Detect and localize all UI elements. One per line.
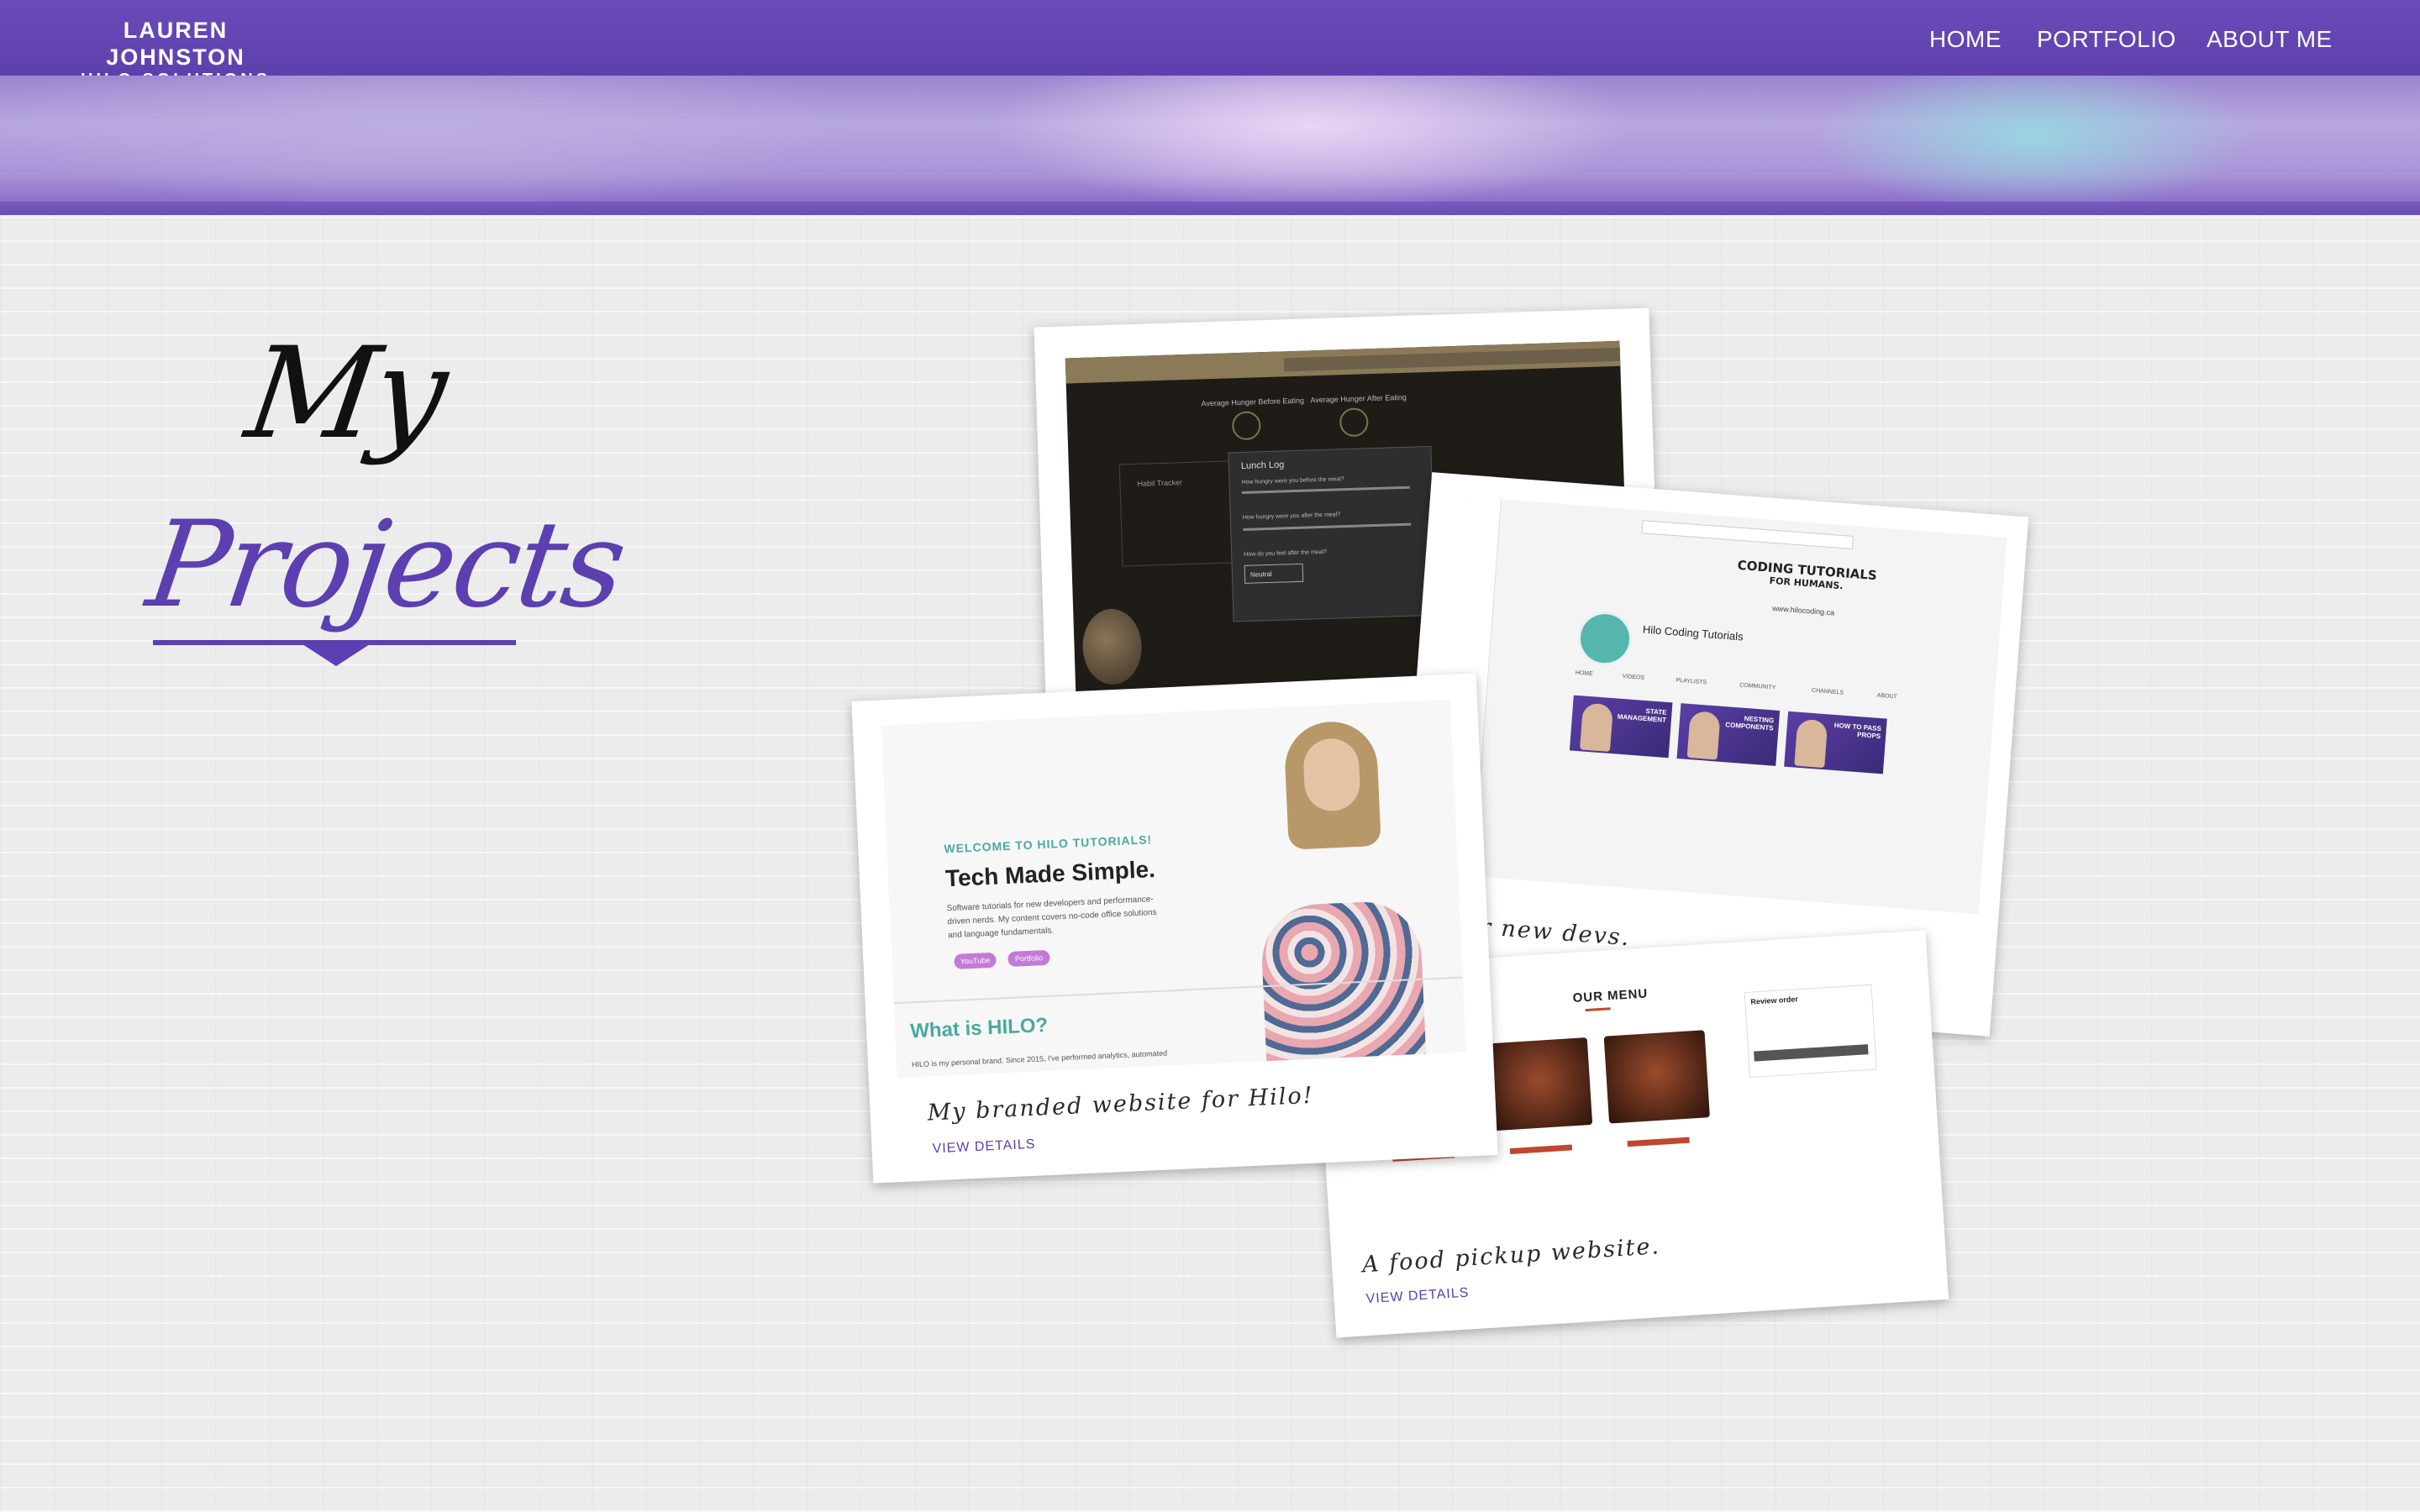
hilo-screenshot: WELCOME TO HILO TUTORIALS! Tech Made Sim…	[881, 699, 1467, 1079]
hilo-youtube-pill[interactable]: YouTube	[954, 952, 997, 969]
hilo-portrait-face	[1302, 737, 1361, 812]
video-thumb-1-title: STATE MANAGEMENT	[1617, 707, 1667, 724]
menu-title-accent	[1585, 1007, 1611, 1012]
nav-about-link[interactable]: ABOUT ME	[2207, 26, 2333, 53]
hilo-paragraph: Software tutorials for new developers an…	[946, 895, 1157, 941]
tab-videos[interactable]: VIDEOS	[1622, 674, 1644, 681]
stat-before-dial	[1231, 411, 1261, 441]
food-item-3-photo[interactable]	[1603, 1030, 1710, 1124]
video-thumb-2[interactable]: NESTING COMPONENTS	[1676, 703, 1781, 766]
heading-underline-arrow	[302, 644, 370, 666]
tab-about[interactable]: ABOUT	[1877, 693, 1898, 701]
food-view-details-link[interactable]: VIEW DETAILS	[1365, 1285, 1470, 1307]
review-order-title: Review order	[1750, 995, 1799, 1006]
youtube-screenshot: CODING TUTORIALS FOR HUMANS. www.hilocod…	[1422, 495, 2007, 915]
youtube-banner-url: www.hilocoding.ca	[1771, 604, 1835, 617]
habit-panel-title: Habit Tracker	[1137, 478, 1183, 488]
heading-my: My	[238, 321, 453, 467]
modal-title: Lunch Log	[1240, 459, 1285, 471]
review-order-button[interactable]	[1754, 1044, 1869, 1062]
top-nav: LAUREN JOHNSTON HILO SOLUTIONS HOME PORT…	[0, 0, 2420, 89]
hilo-portfolio-pill[interactable]: Portfolio	[1007, 949, 1050, 968]
hilo-view-details-link[interactable]: VIEW DETAILS	[932, 1137, 1036, 1158]
channel-avatar[interactable]	[1576, 609, 1634, 668]
video-thumb-3-title: HOW TO PASS PROPS	[1833, 721, 1882, 741]
hilo-headline: Tech Made Simple.	[944, 855, 1156, 892]
modal-question-3: How do you feel after the meal?	[1244, 549, 1328, 558]
hilo-what-heading: What is HILO?	[909, 1013, 1049, 1043]
channel-name: Hilo Coding Tutorials	[1642, 622, 1744, 643]
nav-home-link[interactable]: HOME	[1929, 26, 2002, 53]
stat-after-label: Average Hunger After Eating	[1310, 392, 1407, 405]
tab-playlists[interactable]: PLAYLISTS	[1676, 678, 1707, 686]
youtube-banner-title: CODING TUTORIALS FOR HUMANS.	[1713, 556, 1900, 596]
menu-title: OUR MENU	[1572, 986, 1649, 1006]
food-item-2-photo[interactable]	[1486, 1037, 1593, 1131]
review-order-panel: Review order	[1744, 984, 1877, 1079]
food-card-caption: A food pickup website.	[1361, 1233, 1661, 1278]
modal-feel-select[interactable]: Neutral	[1244, 563, 1304, 584]
food-item-3-add[interactable]	[1627, 1137, 1690, 1147]
lunch-log-header	[1065, 340, 1631, 384]
stat-after-dial	[1339, 407, 1369, 438]
hilo-what-text: HILO is my personal brand. Since 2015, I…	[911, 1048, 1168, 1069]
decorative-planet	[1081, 607, 1143, 685]
habit-panel: Habit Tracker	[1118, 460, 1234, 567]
modal-slider-1[interactable]	[1241, 486, 1410, 494]
project-card-hilo[interactable]: WELCOME TO HILO TUTORIALS! Tech Made Sim…	[851, 673, 1498, 1184]
lunch-log-modal: Lunch Log How hungry were you before the…	[1228, 445, 1437, 622]
nav-portfolio-link[interactable]: PORTFOLIO	[2037, 26, 2176, 53]
youtube-search-bar[interactable]	[1641, 520, 1854, 549]
hilo-welcome-text: WELCOME TO HILO TUTORIALS!	[944, 832, 1153, 856]
video-thumb-1[interactable]: STATE MANAGEMENT	[1569, 695, 1673, 759]
banner-edge	[0, 202, 2420, 215]
food-item-2-add[interactable]	[1509, 1144, 1573, 1155]
modal-question-2: How hungry were you after the meal?	[1242, 512, 1341, 521]
brand-name: LAUREN JOHNSTON	[106, 18, 245, 70]
tab-home[interactable]: HOME	[1576, 670, 1593, 678]
stat-before-label: Average Hunger Before Eating	[1201, 396, 1305, 408]
video-thumb-3[interactable]: HOW TO PASS PROPS	[1784, 711, 1887, 774]
video-thumb-2-title: NESTING COMPONENTS	[1725, 714, 1775, 732]
modal-slider-2[interactable]	[1243, 522, 1412, 531]
heading-projects: Projects	[139, 496, 633, 634]
tab-channels[interactable]: CHANNELS	[1812, 688, 1844, 696]
hero-banner	[0, 76, 2420, 215]
modal-question-1: How hungry were you before the meal?	[1241, 476, 1344, 486]
hilo-card-caption: My branded website for Hilo!	[926, 1082, 1315, 1126]
tab-community[interactable]: COMMUNITY	[1739, 682, 1776, 690]
